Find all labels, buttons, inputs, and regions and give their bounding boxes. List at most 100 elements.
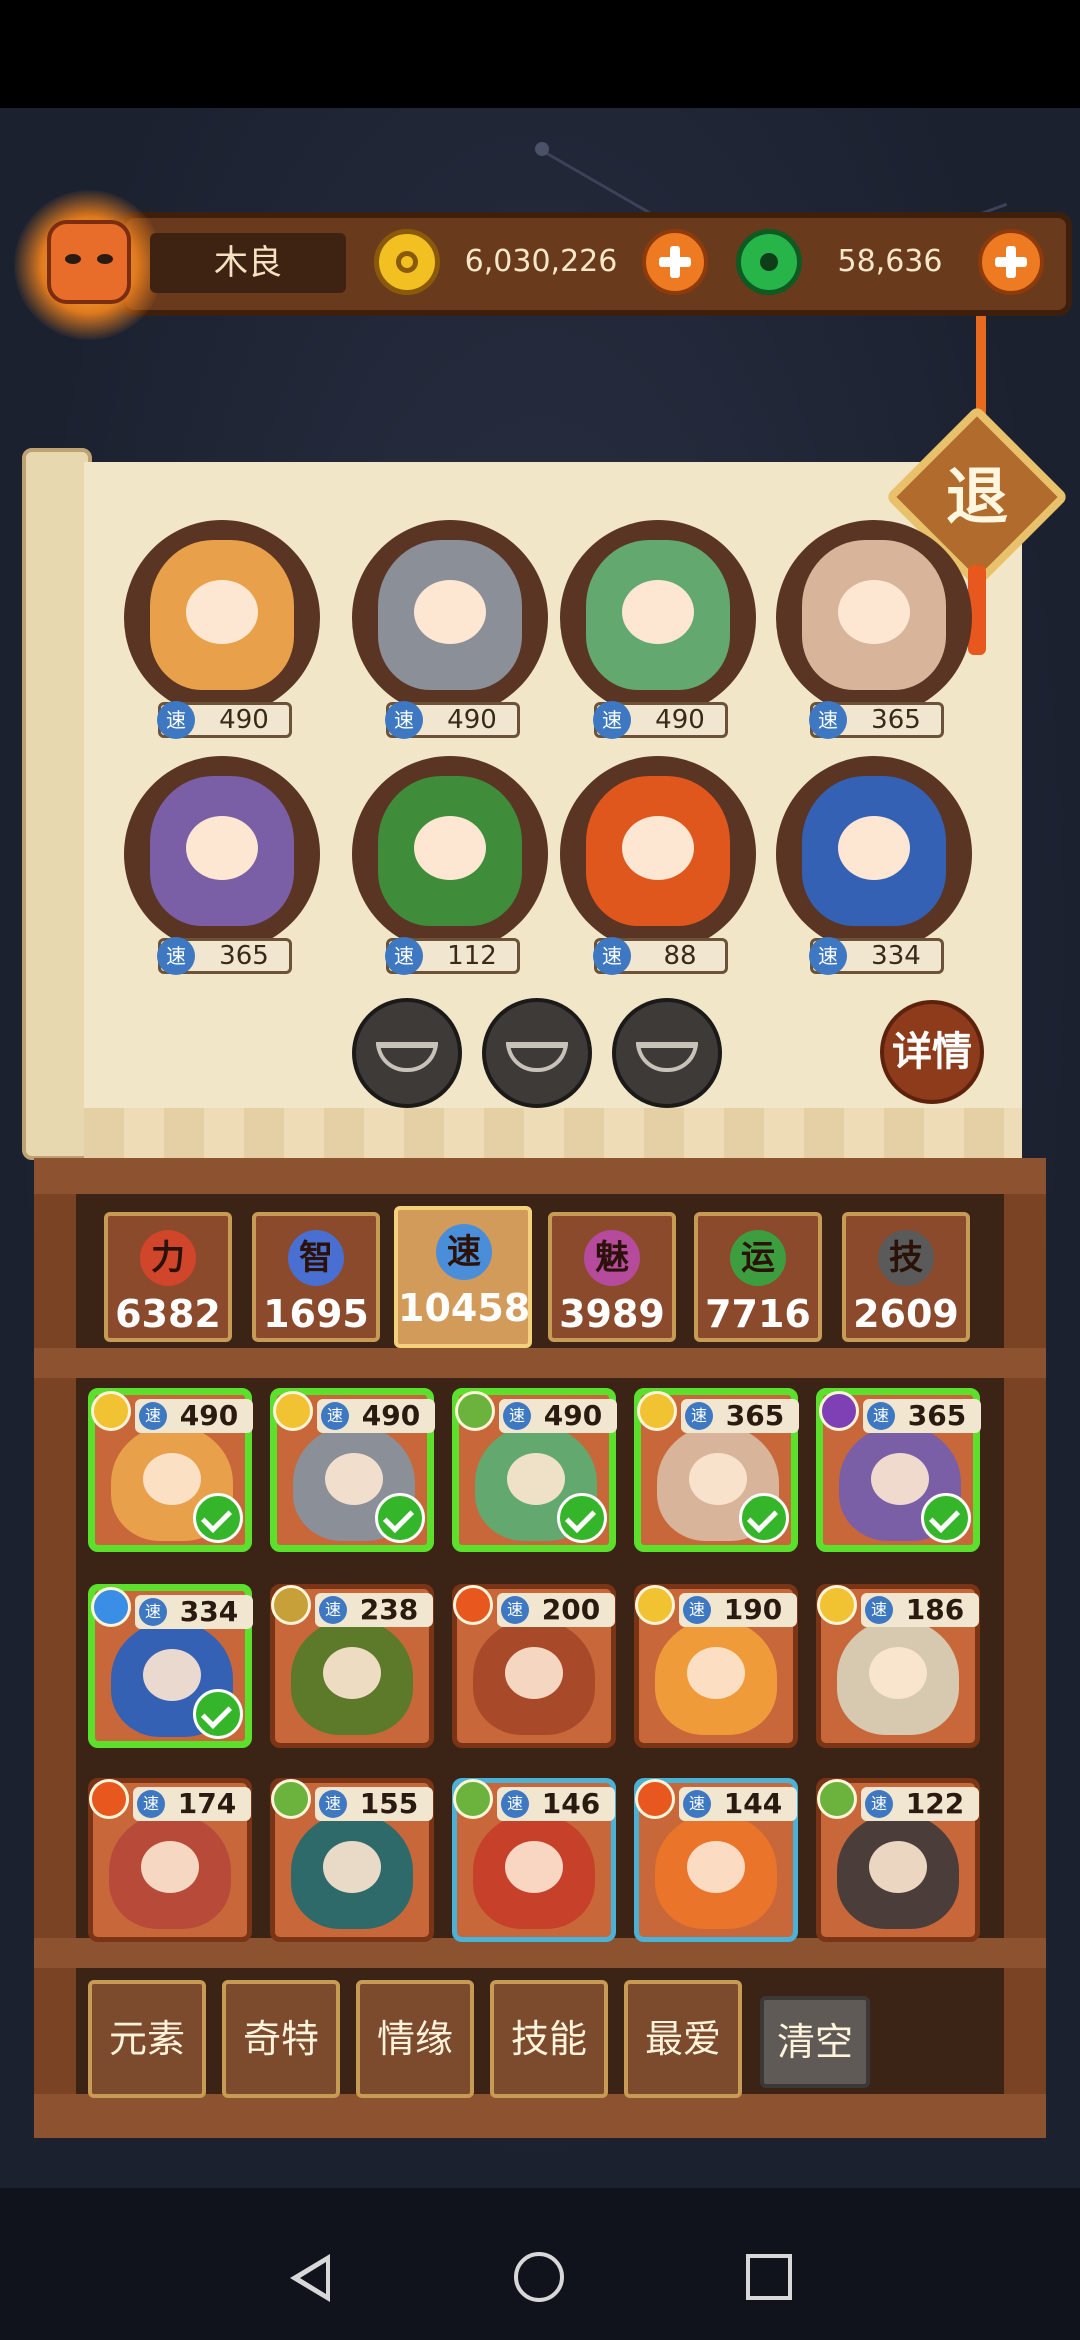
gold-element-icon (637, 1391, 677, 1431)
speed-tag: 速 122 (861, 1787, 979, 1821)
stat-icon: 速 (436, 1224, 492, 1280)
hero-portrait (291, 1619, 413, 1735)
fox-mask-icon (47, 220, 131, 304)
speed-icon: 速 (865, 1596, 893, 1624)
speed-icon: 速 (319, 1790, 347, 1818)
speed-value: 186 (905, 1593, 965, 1626)
speed-value: 490 (543, 1399, 603, 1432)
hero-card[interactable]: 速 238 (270, 1584, 434, 1748)
hero-card[interactable]: 速 190 (634, 1584, 798, 1748)
hero-card[interactable]: 速 200 (452, 1584, 616, 1748)
lineup-hero-slot[interactable]: 速 112 (352, 756, 552, 975)
stat-value: 1695 (263, 1292, 369, 1336)
speed-value: 365 (907, 1399, 967, 1432)
lineup-hero-slot[interactable]: 速 334 (776, 756, 976, 975)
recent-apps-icon[interactable] (746, 2254, 792, 2300)
lineup-hero-slot[interactable]: 速 490 (352, 520, 552, 739)
speed-tag: 速 365 (809, 701, 944, 739)
hero-portrait (291, 1813, 413, 1929)
hero-card[interactable]: 速 155 (270, 1778, 434, 1942)
water-element-icon (91, 1587, 131, 1627)
hero-portrait (473, 1619, 595, 1735)
stat-tab[interactable]: 力 6382 (104, 1212, 232, 1342)
cabinet-top (34, 1158, 1046, 1194)
hero-card[interactable]: 速 490 (88, 1388, 253, 1552)
speed-tag: 速 334 (809, 937, 944, 975)
hero-portrait (473, 1813, 595, 1929)
stat-icon: 智 (288, 1230, 344, 1286)
filter-button[interactable]: 情缘 (356, 1980, 474, 2098)
checkmark-icon (557, 1493, 607, 1543)
add-gold-button[interactable] (642, 229, 708, 295)
stat-tab[interactable]: 智 1695 (252, 1212, 380, 1342)
lineup-hero-slot[interactable]: 速 490 (560, 520, 760, 739)
stat-tab[interactable]: 运 7716 (694, 1212, 822, 1342)
status-bar (0, 0, 1080, 108)
lineup-hero-slot[interactable]: 速 365 (776, 520, 976, 739)
speed-tag: 速 334 (135, 1595, 253, 1629)
wood-element-icon (817, 1779, 857, 1819)
cabinet-frame-right (1004, 1158, 1046, 2138)
speed-value: 490 (655, 705, 705, 735)
hero-card[interactable]: 速 334 (88, 1584, 253, 1748)
filter-button[interactable]: 元素 (88, 1980, 206, 2098)
back-icon[interactable] (290, 2254, 330, 2302)
speed-tag: 速 490 (499, 1399, 617, 1433)
hero-card[interactable]: 速 122 (816, 1778, 980, 1942)
speed-tag: 速 190 (679, 1593, 797, 1627)
gold-element-icon (817, 1585, 857, 1625)
stat-icon: 力 (140, 1230, 196, 1286)
lineup-hero-slot[interactable]: 速 365 (124, 756, 324, 975)
hero-card[interactable]: 速 490 (270, 1388, 435, 1552)
speed-tag: 速 112 (385, 937, 520, 975)
hero-portrait (586, 540, 730, 690)
clear-button[interactable]: 清空 (760, 1996, 870, 2088)
hero-card[interactable]: 速 490 (452, 1388, 617, 1552)
speed-value: 155 (359, 1787, 419, 1820)
rice-bowl-icon[interactable] (612, 998, 722, 1108)
hero-card[interactable]: 速 144 (634, 1778, 798, 1942)
stat-tab[interactable]: 技 2609 (842, 1212, 970, 1342)
speed-tag: 速 490 (593, 701, 728, 739)
hero-card[interactable]: 速 365 (816, 1388, 981, 1552)
stat-tab[interactable]: 速 10458 (394, 1206, 532, 1348)
hero-portrait (109, 1813, 231, 1929)
speed-tag: 速 490 (317, 1399, 435, 1433)
filter-button[interactable]: 最爱 (624, 1980, 742, 2098)
jade-icon (736, 229, 802, 295)
checkmark-icon (375, 1493, 425, 1543)
stat-tab[interactable]: 魅 3989 (548, 1212, 676, 1342)
stat-icon: 技 (878, 1230, 934, 1286)
lineup-hero-slot[interactable]: 速 490 (124, 520, 324, 739)
hero-portrait (150, 776, 294, 926)
filter-button[interactable]: 奇特 (222, 1980, 340, 2098)
checkmark-icon (193, 1689, 243, 1739)
wood-element-icon (455, 1391, 495, 1431)
speed-tag: 速 155 (315, 1787, 433, 1821)
speed-value: 365 (219, 941, 269, 971)
hero-card[interactable]: 速 146 (452, 1778, 616, 1942)
stat-value: 6382 (115, 1292, 221, 1336)
stat-value: 3989 (559, 1292, 665, 1336)
hero-portrait (378, 776, 522, 926)
add-jade-button[interactable] (978, 229, 1044, 295)
speed-icon: 速 (809, 937, 847, 975)
hero-card[interactable]: 速 174 (88, 1778, 252, 1942)
hero-card[interactable]: 速 365 (634, 1388, 799, 1552)
filter-button[interactable]: 技能 (490, 1980, 608, 2098)
hero-card[interactable]: 速 186 (816, 1584, 980, 1748)
checkmark-icon (739, 1493, 789, 1543)
speed-value: 144 (723, 1787, 783, 1820)
rice-bowl-icon[interactable] (352, 998, 462, 1108)
lineup-hero-slot[interactable]: 速 88 (560, 756, 760, 975)
home-icon[interactable] (514, 2252, 564, 2302)
speed-value: 122 (905, 1787, 965, 1820)
speed-value: 365 (871, 705, 921, 735)
speed-value: 238 (359, 1593, 419, 1626)
rice-bowl-icon[interactable] (482, 998, 592, 1108)
detail-button[interactable]: 详情 (880, 1000, 984, 1104)
gold-element-icon (635, 1585, 675, 1625)
player-avatar[interactable] (14, 190, 164, 340)
speed-tag: 速 365 (681, 1399, 799, 1433)
speed-tag: 速 490 (385, 701, 520, 739)
